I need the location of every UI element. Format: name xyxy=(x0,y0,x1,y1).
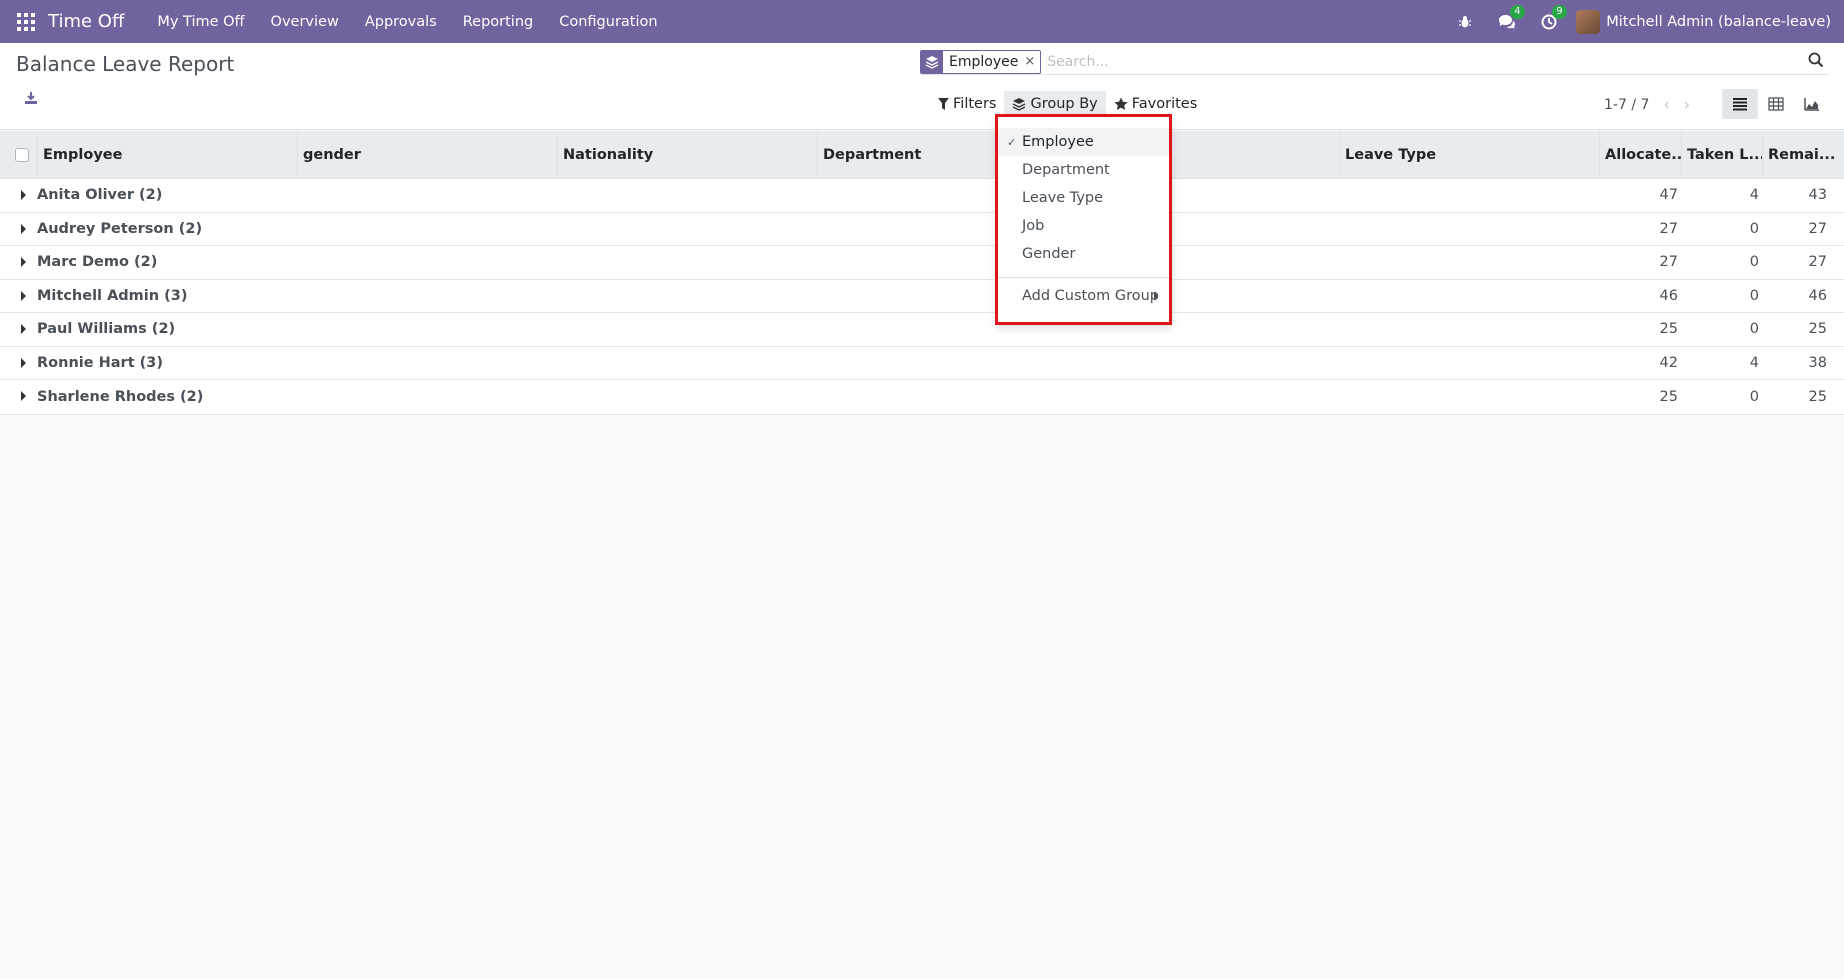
menu-reporting[interactable]: Reporting xyxy=(463,14,534,30)
add-custom-group-button[interactable]: Add Custom Group xyxy=(998,282,1170,310)
allocated-value: 25 xyxy=(1659,321,1678,338)
caret-right-icon xyxy=(21,257,26,267)
graph-view-icon[interactable] xyxy=(1794,89,1830,119)
search-input[interactable] xyxy=(1047,53,1808,70)
group-row[interactable]: Mitchell Admin (3) 46 0 46 xyxy=(0,280,1844,313)
menu-my-time-off[interactable]: My Time Off xyxy=(157,14,244,30)
taken-value: 4 xyxy=(1749,354,1759,371)
column-leave-type[interactable]: Leave Type xyxy=(1340,130,1600,179)
activities-clock-icon[interactable]: 9 xyxy=(1539,4,1567,32)
messages-badge: 4 xyxy=(1510,4,1525,19)
user-avatar[interactable] xyxy=(1576,9,1601,34)
groupby-option-leave-type[interactable]: Leave Type xyxy=(998,184,1170,212)
activities-badge: 9 xyxy=(1552,4,1567,19)
messages-icon[interactable]: 4 xyxy=(1497,4,1525,32)
column-allocated[interactable]: Allocate... xyxy=(1600,130,1682,179)
view-switcher xyxy=(1722,89,1830,119)
remaining-value: 43 xyxy=(1808,187,1827,204)
group-name: Anita Oliver (2) xyxy=(37,187,163,204)
group-name: Audrey Peterson (2) xyxy=(37,220,203,237)
dropdown-divider xyxy=(998,277,1170,278)
groupby-option-employee[interactable]: ✓ Employee xyxy=(998,128,1170,156)
select-all-checkbox[interactable] xyxy=(0,130,38,179)
caret-right-icon xyxy=(21,223,26,234)
allocated-value: 46 xyxy=(1659,287,1678,304)
menu-overview[interactable]: Overview xyxy=(271,14,339,30)
group-name: Mitchell Admin (3) xyxy=(37,287,188,304)
taken-value: 0 xyxy=(1749,388,1759,405)
pager-previous-icon[interactable]: ‹ xyxy=(1663,95,1669,114)
groupby-option-department[interactable]: Department xyxy=(998,156,1170,184)
group-row[interactable]: Sharlene Rhodes (2) 25 0 25 xyxy=(0,380,1844,414)
facet-value: Employee xyxy=(949,53,1019,70)
taken-value: 0 xyxy=(1749,254,1759,271)
groupby-option-gender[interactable]: Gender xyxy=(998,240,1170,268)
remaining-value: 27 xyxy=(1808,220,1827,237)
remaining-value: 25 xyxy=(1808,321,1827,338)
pager-next-icon[interactable]: › xyxy=(1684,95,1690,114)
filter-icon xyxy=(938,98,949,110)
app-name[interactable]: Time Off xyxy=(48,11,124,32)
group-name: Ronnie Hart (3) xyxy=(37,354,164,371)
page-title: Balance Leave Report xyxy=(16,52,235,76)
caret-right-icon xyxy=(21,324,26,334)
group-name: Sharlene Rhodes (2) xyxy=(37,388,204,405)
pivot-view-icon[interactable] xyxy=(1758,89,1794,119)
pager: 1-7 / 7 ‹ › xyxy=(1604,95,1690,114)
group-row[interactable]: Ronnie Hart (3) 42 4 38 xyxy=(0,347,1844,380)
facet-remove-button[interactable]: × xyxy=(1022,54,1040,69)
list-view-icon[interactable] xyxy=(1722,89,1758,119)
remaining-value: 27 xyxy=(1808,254,1827,271)
menu-approvals[interactable]: Approvals xyxy=(365,14,437,30)
search-bar: Employee × xyxy=(920,49,1828,75)
caret-right-icon xyxy=(1154,292,1158,300)
column-remaining[interactable]: Remai... xyxy=(1763,131,1844,179)
group-row[interactable]: Anita Oliver (2) 47 4 43 xyxy=(0,179,1844,213)
taken-value: 0 xyxy=(1749,287,1759,304)
table-header: Employee gender Nationality Department L… xyxy=(0,130,1844,179)
taken-value: 0 xyxy=(1749,321,1759,338)
taken-value: 4 xyxy=(1749,187,1759,204)
filters-button[interactable]: Filters xyxy=(930,91,1004,117)
download-icon[interactable] xyxy=(24,91,44,109)
layers-icon xyxy=(921,50,943,73)
group-row[interactable]: Audrey Peterson (2) 27 0 27 xyxy=(0,213,1844,246)
allocated-value: 47 xyxy=(1659,187,1678,204)
control-panel: Balance Leave Report Employee × Filters … xyxy=(0,43,1844,130)
user-menu[interactable]: Mitchell Admin (balance-leave) xyxy=(1606,14,1831,30)
list-view-table: Employee gender Nationality Department L… xyxy=(0,130,1844,415)
allocated-value: 27 xyxy=(1659,254,1678,271)
allocated-value: 27 xyxy=(1659,220,1678,237)
allocated-value: 42 xyxy=(1659,354,1678,371)
group-row[interactable]: Paul Williams (2) 25 0 25 xyxy=(0,313,1844,347)
remaining-value: 38 xyxy=(1808,354,1827,371)
column-taken[interactable]: Taken L... xyxy=(1682,130,1763,179)
caret-right-icon xyxy=(21,391,26,401)
column-gender[interactable]: gender xyxy=(298,130,558,179)
pager-value[interactable]: 1-7 / 7 xyxy=(1604,97,1649,113)
column-employee[interactable]: Employee xyxy=(38,130,298,179)
allocated-value: 25 xyxy=(1659,388,1678,405)
remaining-value: 46 xyxy=(1808,287,1827,304)
apps-menu-icon[interactable] xyxy=(17,12,35,31)
menu-configuration[interactable]: Configuration xyxy=(559,14,657,30)
groupby-option-job[interactable]: Job xyxy=(998,212,1170,240)
group-name: Marc Demo (2) xyxy=(37,254,158,271)
group-name: Paul Williams (2) xyxy=(37,321,176,338)
caret-right-icon xyxy=(21,357,26,368)
taken-value: 0 xyxy=(1749,220,1759,237)
star-icon xyxy=(1114,97,1128,110)
caret-right-icon xyxy=(21,290,26,301)
debug-bug-icon[interactable] xyxy=(1455,12,1475,32)
column-nationality[interactable]: Nationality xyxy=(558,130,818,179)
layers-icon xyxy=(1013,98,1026,111)
check-icon: ✓ xyxy=(1007,135,1017,149)
caret-right-icon xyxy=(21,190,26,200)
groupby-dropdown: ✓ Employee Department Leave Type Job Gen… xyxy=(997,114,1171,324)
groupby-facet: Employee × xyxy=(920,49,1042,74)
group-row[interactable]: Marc Demo (2) 27 0 27 xyxy=(0,246,1844,280)
search-icon[interactable] xyxy=(1808,52,1828,72)
remaining-value: 25 xyxy=(1808,388,1827,405)
top-navbar: Time Off My Time Off Overview Approvals … xyxy=(0,0,1844,43)
